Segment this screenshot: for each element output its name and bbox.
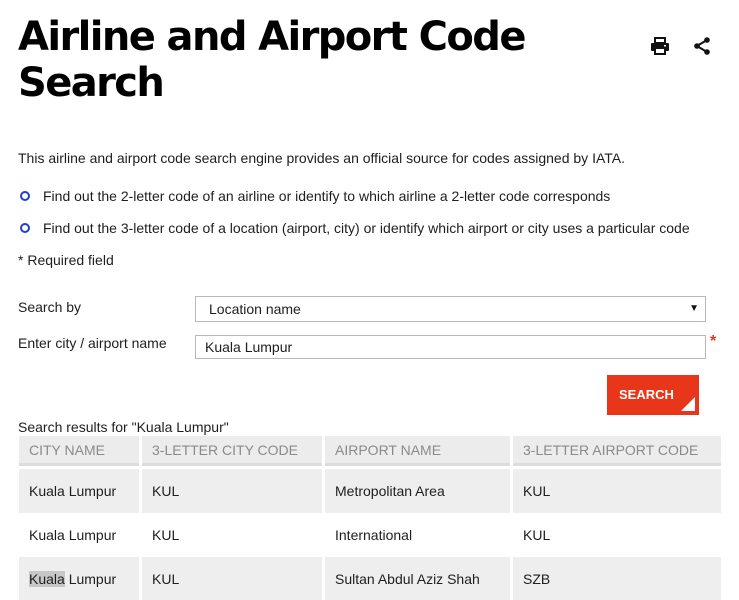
- list-item: Find out the 3-letter code of a location…: [20, 218, 690, 238]
- corner-triangle-icon: [681, 397, 695, 411]
- search-button-label: SEARCH: [619, 387, 674, 402]
- intro-text: This airline and airport code search eng…: [18, 150, 625, 166]
- share-icon[interactable]: [692, 36, 712, 56]
- cell-airport-name: Sultan Abdul Aziz Shah: [325, 557, 510, 600]
- column-header-city-name[interactable]: CITY NAME: [19, 436, 139, 466]
- cell-airport-name: International: [325, 513, 510, 557]
- search-by-value: Location name: [209, 301, 301, 317]
- cell-airport-name: Metropolitan Area: [325, 469, 510, 513]
- search-by-select[interactable]: Location name ▼: [195, 296, 706, 322]
- cell-city-code: KUL: [142, 557, 322, 600]
- cell-city-code: KUL: [142, 513, 322, 557]
- column-header-city-code[interactable]: 3-LETTER CITY CODE: [142, 436, 322, 466]
- cell-city-name: Kuala Lumpur: [19, 469, 139, 513]
- page-tools: [650, 36, 712, 56]
- cell-airport-code: KUL: [513, 513, 721, 557]
- table-header-row: CITY NAME 3-LETTER CITY CODE AIRPORT NAM…: [19, 436, 721, 466]
- bullet-icon: [20, 191, 30, 201]
- required-marker: *: [710, 333, 717, 350]
- city-airport-input[interactable]: [195, 335, 706, 359]
- table-row: Kuala Lumpur KUL International KUL: [19, 513, 721, 557]
- cell-city-name: Kuala Lumpur: [19, 513, 139, 557]
- list-item: Find out the 2-letter code of an airline…: [20, 186, 690, 206]
- cell-airport-code: KUL: [513, 469, 721, 513]
- table-row: Kuala Lumpur KUL Sultan Abdul Aziz Shah …: [19, 557, 721, 600]
- search-button[interactable]: SEARCH: [607, 375, 699, 415]
- printer-icon[interactable]: [650, 36, 670, 56]
- cell-city-code: KUL: [142, 469, 322, 513]
- bullet-text: Find out the 3-letter code of a location…: [43, 220, 690, 236]
- bullet-icon: [20, 223, 30, 233]
- cell-airport-code: SZB: [513, 557, 721, 600]
- results-caption: Search results for "Kuala Lumpur": [18, 419, 229, 435]
- column-header-airport-code[interactable]: 3-LETTER AIRPORT CODE: [513, 436, 721, 466]
- required-field-note: * Required field: [18, 252, 114, 268]
- cell-city-name: Kuala Lumpur: [19, 557, 139, 600]
- search-highlight: Kuala: [29, 571, 65, 587]
- bullet-text: Find out the 2-letter code of an airline…: [43, 188, 611, 204]
- column-header-airport-name[interactable]: AIRPORT NAME: [325, 436, 510, 466]
- chevron-down-icon: ▼: [689, 303, 699, 314]
- page-title: Airline and Airport Code Search: [18, 14, 526, 106]
- feature-list: Find out the 2-letter code of an airline…: [20, 186, 690, 250]
- table-row: Kuala Lumpur KUL Metropolitan Area KUL: [19, 469, 721, 513]
- city-airport-label: Enter city / airport name: [18, 335, 167, 351]
- search-by-label: Search by: [18, 299, 82, 315]
- results-table: CITY NAME 3-LETTER CITY CODE AIRPORT NAM…: [16, 436, 724, 600]
